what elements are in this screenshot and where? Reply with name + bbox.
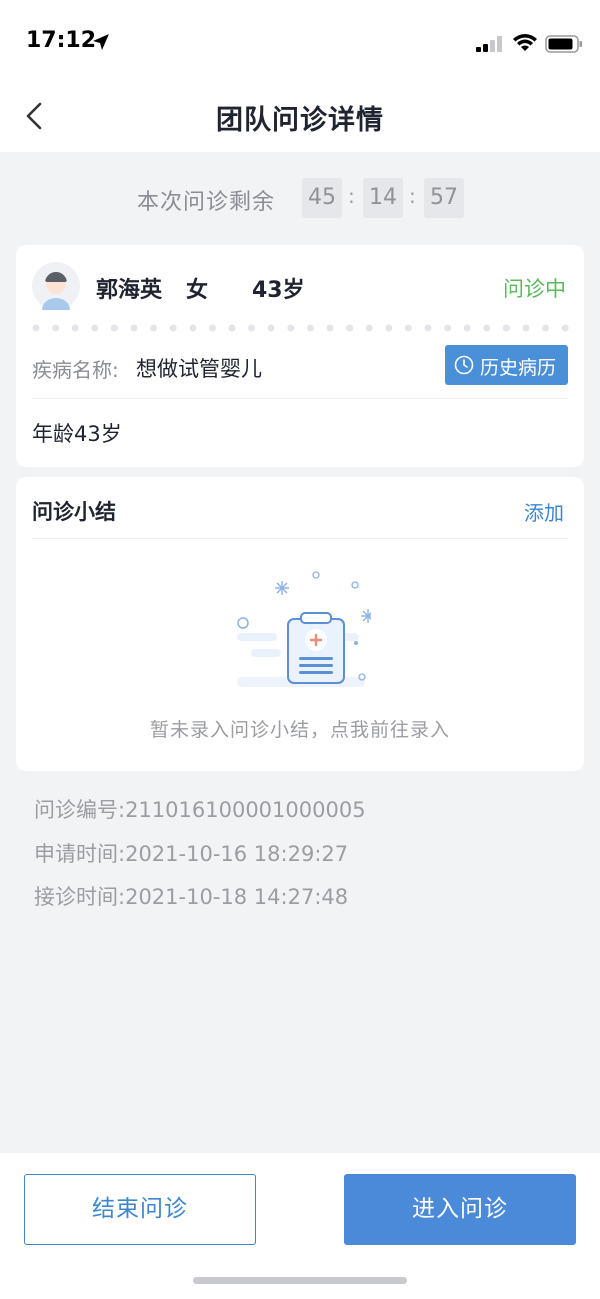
consult-number-row: 问诊编号:211016100001000005 (34, 794, 366, 824)
end-consult-button[interactable]: 结束问诊 (24, 1174, 256, 1245)
status-badge: 问诊中 (503, 277, 566, 301)
countdown-label: 本次问诊剩余 (137, 190, 276, 215)
consult-number-label: 问诊编号: (34, 798, 126, 822)
cellular-signal-icon (476, 36, 502, 52)
countdown-separator: : (409, 184, 416, 208)
summary-card: 问诊小结 添加 暂未录入问诊小结，点我前往录入 (16, 477, 584, 771)
battery-icon (545, 35, 582, 53)
history-button-label: 历史病历 (480, 357, 557, 379)
home-indicator[interactable] (193, 1277, 407, 1284)
patient-card: 郭海英 女 43岁 问诊中 疾病名称: 想做试管婴儿 历史病历 年龄43岁 (16, 245, 584, 467)
apply-time-label: 申请时间: (34, 842, 126, 866)
divider (32, 398, 568, 399)
page-title: 团队问诊详情 (216, 105, 384, 136)
disease-value: 想做试管婴儿 (136, 357, 262, 381)
dotted-divider (32, 324, 569, 332)
disease-label: 疾病名称: (32, 358, 119, 382)
countdown-separator: : (348, 184, 355, 208)
countdown-minutes: 14 (363, 178, 403, 218)
countdown-seconds: 57 (424, 178, 464, 218)
patient-sex: 女 (186, 278, 209, 303)
clock-icon (454, 355, 474, 375)
empty-clipboard-icon[interactable] (231, 571, 371, 701)
history-records-button[interactable]: 历史病历 (445, 345, 568, 385)
consult-countdown: 本次问诊剩余 45 : 14 : 57 (0, 178, 600, 218)
accept-time-row: 接诊时间:2021-10-18 14:27:48 (34, 881, 348, 911)
enter-consult-button[interactable]: 进入问诊 (344, 1174, 576, 1245)
status-bar: 17:12 (0, 0, 600, 80)
wifi-icon (513, 34, 537, 51)
divider (32, 538, 568, 539)
summary-title: 问诊小结 (32, 500, 116, 524)
apply-time-value: 2021-10-16 18:29:27 (125, 842, 349, 866)
location-arrow-icon (93, 34, 109, 50)
patient-age-detail: 年龄43岁 (32, 422, 122, 446)
empty-summary-text[interactable]: 暂未录入问诊小结，点我前往录入 (16, 715, 584, 742)
apply-time-row: 申请时间:2021-10-16 18:29:27 (34, 838, 348, 868)
accept-time-label: 接诊时间: (34, 885, 126, 909)
avatar (32, 262, 80, 310)
add-summary-button[interactable]: 添加 (524, 497, 564, 526)
patient-name: 郭海英 (96, 278, 163, 303)
consult-number-value: 211016100001000005 (125, 798, 366, 822)
nav-header: 团队问诊详情 (0, 80, 600, 152)
countdown-hours: 45 (302, 178, 342, 218)
accept-time-value: 2021-10-18 14:27:48 (125, 885, 349, 909)
status-time: 17:12 (26, 28, 97, 53)
bottom-action-bar: 结束问诊 进入问诊 (0, 1153, 600, 1299)
patient-age: 43岁 (252, 278, 305, 303)
